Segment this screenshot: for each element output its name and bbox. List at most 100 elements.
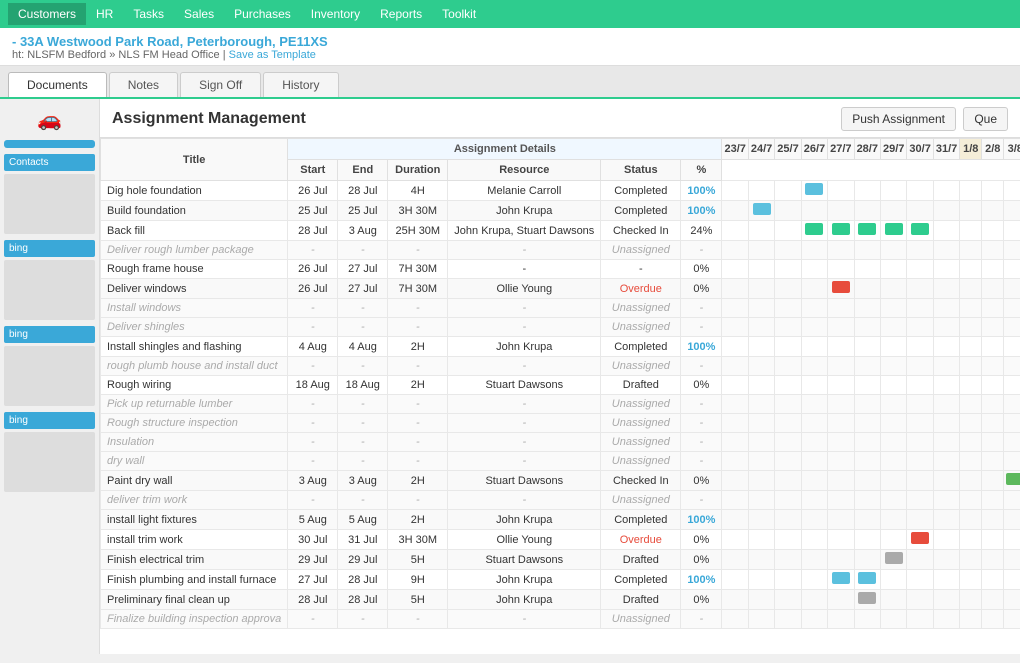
gantt-cell: [960, 530, 982, 550]
tab-documents[interactable]: Documents: [8, 72, 107, 97]
sidebar-bing3-box[interactable]: [4, 432, 95, 492]
gantt-cell: [854, 530, 880, 550]
sidebar-contacts-box[interactable]: [4, 174, 95, 234]
gantt-cell: [775, 530, 801, 550]
cell-end: 27 Jul: [338, 279, 388, 299]
que-button[interactable]: Que: [963, 107, 1008, 131]
gantt-cell: [722, 299, 748, 318]
gantt-cell: [801, 433, 827, 452]
cell-duration: 2H: [388, 510, 448, 530]
cell-end: -: [338, 395, 388, 414]
cell-title: Paint dry wall: [101, 471, 288, 491]
gantt-cell: [982, 357, 1004, 376]
sidebar-bing1-box[interactable]: [4, 260, 95, 320]
nav-hr[interactable]: HR: [86, 3, 123, 25]
gantt-cell: [982, 279, 1004, 299]
push-assignment-button[interactable]: Push Assignment: [841, 107, 956, 131]
gantt-cell: [828, 337, 854, 357]
gantt-cell: [828, 510, 854, 530]
cell-duration: -: [388, 433, 448, 452]
cell-start: 4 Aug: [288, 337, 338, 357]
gantt-cell: [748, 395, 774, 414]
cell-status: Overdue: [601, 530, 681, 550]
gantt-cell: [828, 181, 854, 201]
gantt-cell: [1004, 452, 1020, 471]
sidebar-bing2-box[interactable]: [4, 346, 95, 406]
gantt-cell: [1004, 201, 1020, 221]
cell-pct: 100%: [681, 181, 722, 201]
cell-end: 28 Jul: [338, 181, 388, 201]
nav-toolkit[interactable]: Toolkit: [432, 3, 486, 25]
cell-end: -: [338, 414, 388, 433]
gantt-cell: [801, 395, 827, 414]
th-date-31-7: 31/7: [933, 139, 959, 160]
gantt-cell: [907, 530, 933, 550]
cell-duration: -: [388, 414, 448, 433]
gantt-cell: [1004, 550, 1020, 570]
th-group-assignment-details: Assignment Details: [288, 139, 722, 160]
tab-signoff[interactable]: Sign Off: [180, 72, 261, 97]
gantt-cell: [748, 433, 774, 452]
cell-end: -: [338, 452, 388, 471]
gantt-cell: [801, 181, 827, 201]
gantt-cell: [982, 530, 1004, 550]
gantt-cell: [722, 279, 748, 299]
cell-title: deliver trim work: [101, 491, 288, 510]
gantt-cell: [933, 570, 959, 590]
gantt-cell: [907, 299, 933, 318]
cell-title: Preliminary final clean up: [101, 590, 288, 610]
gantt-cell: [907, 570, 933, 590]
gantt-cell: [801, 550, 827, 570]
cell-status: Completed: [601, 181, 681, 201]
gantt-cell: [982, 318, 1004, 337]
gantt-cell: [854, 299, 880, 318]
gantt-cell: [801, 610, 827, 629]
nav-sales[interactable]: Sales: [174, 3, 224, 25]
th-date-1-8: 1/8: [960, 139, 982, 160]
gantt-cell: [880, 337, 906, 357]
cell-title: Finish plumbing and install furnace: [101, 570, 288, 590]
gantt-cell: [1004, 279, 1020, 299]
gantt-cell: [907, 610, 933, 629]
gantt-cell: [982, 471, 1004, 491]
tab-history[interactable]: History: [263, 72, 338, 97]
gantt-cell: [933, 491, 959, 510]
table-row: Finish electrical trim29 Jul29 Jul5HStua…: [101, 550, 1020, 570]
gantt-cell: [907, 201, 933, 221]
cell-resource: Stuart Dawsons: [448, 376, 601, 395]
gantt-cell: [933, 357, 959, 376]
gantt-cell: [854, 414, 880, 433]
cell-duration: 25H 30M: [388, 221, 448, 241]
gantt-cell: [722, 570, 748, 590]
save-template-link[interactable]: Save as Template: [229, 49, 316, 61]
gantt-cell: [854, 181, 880, 201]
gantt-cell: [933, 299, 959, 318]
sidebar-blue-button[interactable]: [4, 140, 95, 148]
cell-end: 5 Aug: [338, 510, 388, 530]
tab-notes[interactable]: Notes: [109, 72, 178, 97]
assignment-table-wrapper[interactable]: Title Assignment Details 23/7 24/7 25/7 …: [100, 138, 1020, 654]
table-row: Rough structure inspection----Unassigned…: [101, 414, 1020, 433]
nav-customers[interactable]: Customers: [8, 3, 86, 25]
gantt-cell: [828, 550, 854, 570]
gantt-cell: [722, 590, 748, 610]
table-row: Paint dry wall3 Aug3 Aug2HStuart Dawsons…: [101, 471, 1020, 491]
gantt-cell: [933, 201, 959, 221]
nav-tasks[interactable]: Tasks: [123, 3, 174, 25]
cell-title: Finalize building inspection approva: [101, 610, 288, 629]
gantt-cell: [722, 241, 748, 260]
gantt-cell: [960, 299, 982, 318]
nav-purchases[interactable]: Purchases: [224, 3, 301, 25]
nav-inventory[interactable]: Inventory: [301, 3, 370, 25]
breadcrumb-area: - 33A Westwood Park Road, Peterborough, …: [0, 28, 1020, 66]
cell-duration: -: [388, 395, 448, 414]
gantt-cell: [775, 610, 801, 629]
gantt-cell: [960, 471, 982, 491]
cell-resource: John Krupa, Stuart Dawsons: [448, 221, 601, 241]
gantt-cell: [775, 181, 801, 201]
gantt-cell: [982, 590, 1004, 610]
th-date-25-7: 25/7: [775, 139, 801, 160]
gantt-cell: [775, 221, 801, 241]
gantt-cell: [880, 181, 906, 201]
nav-reports[interactable]: Reports: [370, 3, 432, 25]
